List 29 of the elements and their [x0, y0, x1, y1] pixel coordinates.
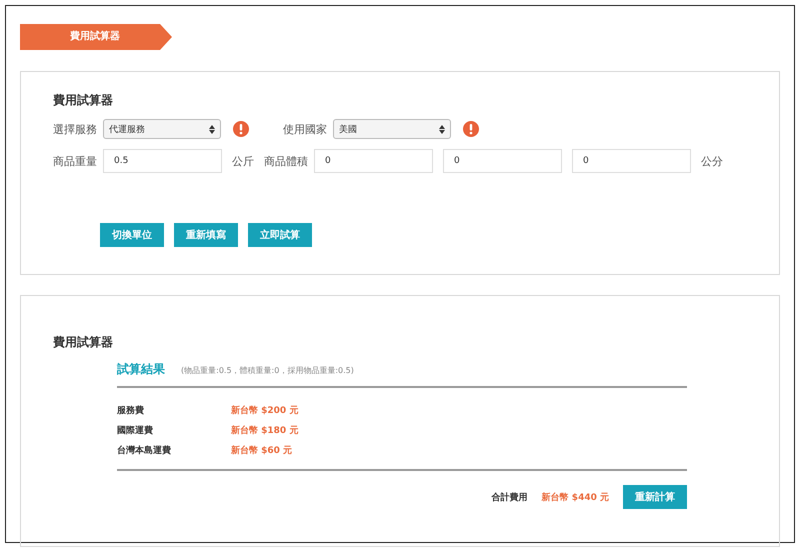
unit-label: 公斤 [232, 154, 254, 168]
fee-label: 服務費 [117, 404, 145, 417]
volume-input[interactable]: 0 [443, 149, 562, 173]
service-select[interactable]: 代運服務 [103, 119, 221, 139]
fee-label: 台灣本島運費 [117, 444, 172, 457]
weight-input[interactable]: 0.5 [103, 149, 222, 173]
dropdown-arrows-icon [439, 124, 445, 134]
section-banner: 費用試算器 [20, 24, 172, 50]
total-label: 合計費用 [492, 491, 528, 504]
fee-label: 國際運費 [117, 424, 154, 437]
field-label: 使用國家 [283, 122, 328, 136]
result-note: (物品重量:0.5，體積重量:0，採用物品重量:0.5) [181, 365, 354, 376]
dropdown-arrows-icon [209, 124, 215, 134]
panel-title: 費用試算器 [53, 334, 114, 351]
result-heading: 試算結果 [117, 361, 165, 378]
field-label: 商品重量 [53, 154, 98, 168]
warning-icon [233, 121, 249, 137]
fee-amount: 新台幣 $200 元 [231, 404, 298, 417]
warning-icon [463, 121, 479, 137]
fee-amount: 新台幣 $60 元 [231, 444, 292, 457]
volume-input[interactable]: 0 [314, 149, 433, 173]
total-amount: 新台幣 $440 元 [542, 491, 609, 504]
country-select[interactable]: 美國 [333, 119, 451, 139]
panel-title: 費用試算器 [53, 92, 114, 109]
field-label: 選擇服務 [53, 122, 98, 136]
field-label: 商品體積 [264, 154, 309, 168]
unit-label: 公分 [701, 154, 723, 168]
volume-input[interactable]: 0 [572, 149, 691, 173]
fee-amount: 新台幣 $180 元 [231, 424, 298, 437]
